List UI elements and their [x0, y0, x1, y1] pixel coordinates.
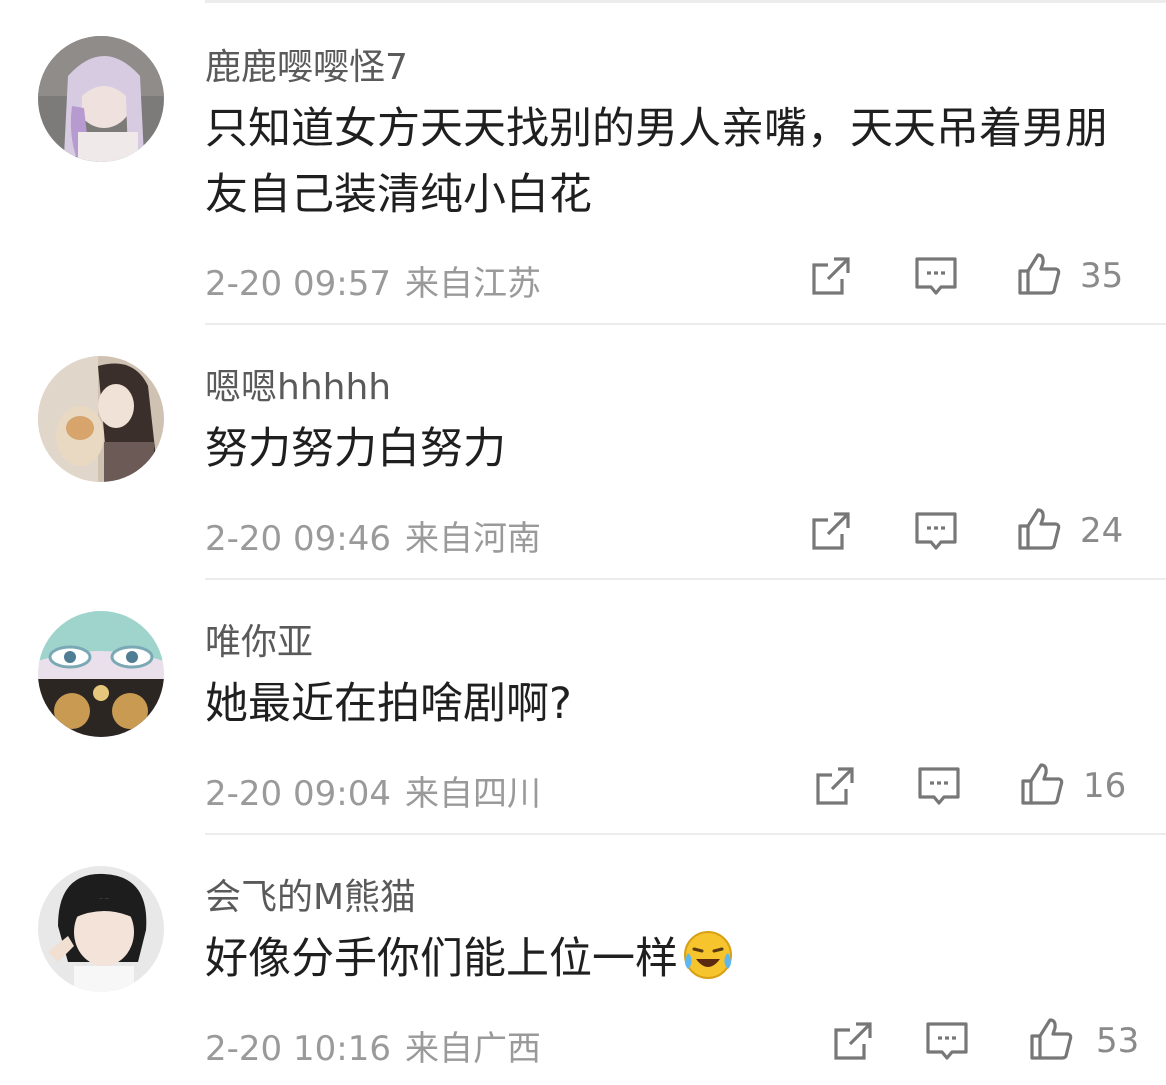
location: 来自江苏 — [404, 264, 541, 304]
like-count: 16 — [1083, 766, 1127, 806]
like-count: 24 — [1080, 511, 1124, 551]
timestamp: 2-20 09:46 — [205, 519, 391, 559]
like-button[interactable] — [1016, 506, 1062, 552]
thumbs-up-icon — [1018, 253, 1061, 295]
avatar[interactable] — [38, 611, 164, 737]
comment-button[interactable] — [913, 253, 959, 299]
comment-meta: 2-20 09:57 来自江苏 — [205, 256, 541, 305]
avatar[interactable] — [38, 36, 164, 162]
comment-item: 会飞的M熊猫 好像分手你们能上位一样 2-20 10:16 来自广西 53 — [0, 830, 1166, 1085]
share-button[interactable] — [808, 508, 854, 554]
like-count: 35 — [1080, 256, 1124, 296]
comment-meta: 2-20 09:04 来自四川 — [205, 766, 541, 815]
share-icon — [812, 257, 850, 295]
username[interactable]: 唯你亚 — [205, 613, 313, 665]
like-button[interactable] — [1019, 761, 1065, 807]
avatar[interactable] — [38, 866, 164, 992]
timestamp: 2-20 09:04 — [205, 774, 391, 814]
laughing-crying-emoji-icon — [682, 929, 734, 981]
comment-icon — [918, 767, 960, 805]
comment-item: 鹿鹿嘤嘤怪7 只知道女方天天找别的男人亲嘴，天天吊着男朋友自己装清纯小白花 2-… — [0, 0, 1166, 325]
comment-button[interactable] — [913, 508, 959, 554]
comment-text: 只知道女方天天找别的男人亲嘴，天天吊着男朋友自己装清纯小白花 — [205, 104, 1108, 220]
comment-item: 嗯嗯hhhhh 努力努力白努力 2-20 09:46 来自河南 24 — [0, 320, 1166, 580]
like-button[interactable] — [1028, 1016, 1074, 1062]
comment-meta: 2-20 10:16 来自广西 — [205, 1021, 541, 1070]
location: 来自广西 — [404, 1029, 541, 1069]
timestamp: 2-20 10:16 — [205, 1029, 391, 1069]
share-button[interactable] — [830, 1018, 876, 1064]
like-button[interactable] — [1016, 251, 1062, 297]
share-icon — [812, 512, 850, 550]
share-button[interactable] — [808, 253, 854, 299]
thumbs-up-icon — [1021, 763, 1064, 805]
username[interactable]: 会飞的M熊猫 — [205, 868, 416, 920]
share-icon — [816, 767, 854, 805]
comment-icon — [926, 1022, 968, 1060]
timestamp: 2-20 09:57 — [205, 264, 391, 304]
location: 来自四川 — [404, 774, 541, 814]
avatar[interactable] — [38, 356, 164, 482]
comment-meta: 2-20 09:46 来自河南 — [205, 511, 541, 560]
comment-text: 她最近在拍啥剧啊? — [205, 679, 572, 729]
comment-text: 好像分手你们能上位一样 — [205, 926, 1135, 992]
comment-item: 唯你亚 她最近在拍啥剧啊? 2-20 09:04 来自四川 16 — [0, 575, 1166, 835]
location: 来自河南 — [404, 519, 541, 559]
username[interactable]: 嗯嗯hhhhh — [205, 358, 391, 410]
comment-button[interactable] — [916, 763, 962, 809]
thumbs-up-icon — [1030, 1018, 1073, 1060]
share-button[interactable] — [812, 763, 858, 809]
comment-icon — [915, 512, 957, 550]
comment-icon — [915, 257, 957, 295]
comment-text: 努力努力白努力 — [205, 424, 506, 474]
like-count: 53 — [1096, 1021, 1140, 1061]
comment-button[interactable] — [924, 1018, 970, 1064]
username[interactable]: 鹿鹿嘤嘤怪7 — [205, 38, 408, 90]
thumbs-up-icon — [1018, 508, 1061, 550]
comment-text-body: 好像分手你们能上位一样 — [205, 934, 678, 984]
share-icon — [834, 1022, 872, 1060]
